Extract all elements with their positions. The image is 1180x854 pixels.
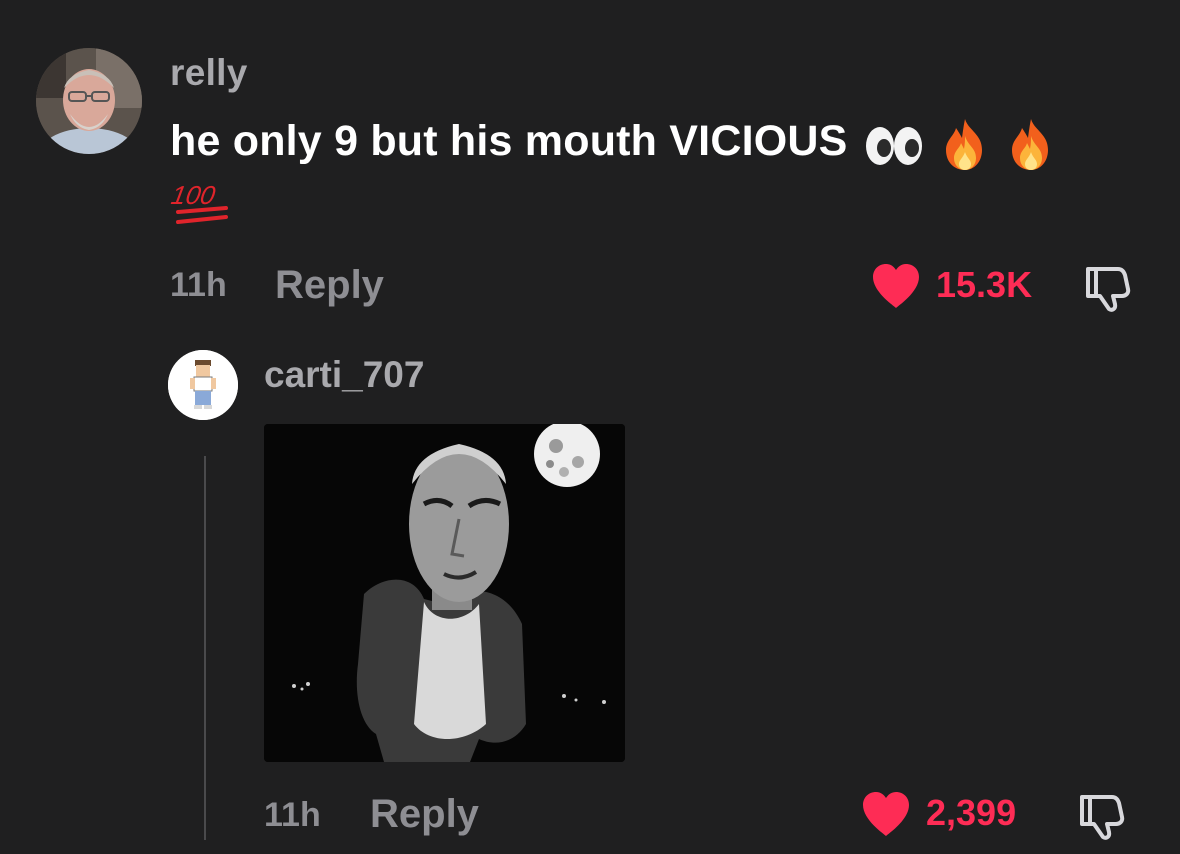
fire-emoji	[998, 116, 1064, 172]
comment-username[interactable]: relly	[170, 52, 248, 94]
eyes-emoji	[860, 116, 932, 172]
dislike-icon[interactable]	[1082, 264, 1132, 314]
fire-emoji	[932, 116, 998, 172]
comment-timestamp: 11h	[264, 796, 321, 834]
svg-text:100: 100	[170, 180, 218, 210]
dislike-icon[interactable]	[1076, 792, 1126, 842]
like-count: 2,399	[926, 792, 1017, 833]
reply-button[interactable]: Reply	[370, 792, 479, 837]
heart-icon[interactable]	[860, 790, 912, 838]
hundred-points-emoji: 100	[170, 170, 234, 234]
comment-timestamp: 11h	[170, 266, 227, 304]
thread-line	[204, 456, 206, 840]
comment-username[interactable]: carti_707	[264, 354, 424, 396]
heart-icon[interactable]	[870, 262, 922, 310]
comment-text: he only 9 but his mouth VICIOUS	[170, 113, 1150, 172]
avatar-relly[interactable]	[36, 48, 142, 154]
comment-image[interactable]	[264, 424, 625, 762]
like-count: 15.3K	[936, 264, 1033, 305]
comment-text-content: he only 9 but his mouth VICIOUS	[170, 117, 848, 165]
reply-button[interactable]: Reply	[275, 263, 384, 308]
avatar-carti-707[interactable]	[168, 350, 238, 420]
